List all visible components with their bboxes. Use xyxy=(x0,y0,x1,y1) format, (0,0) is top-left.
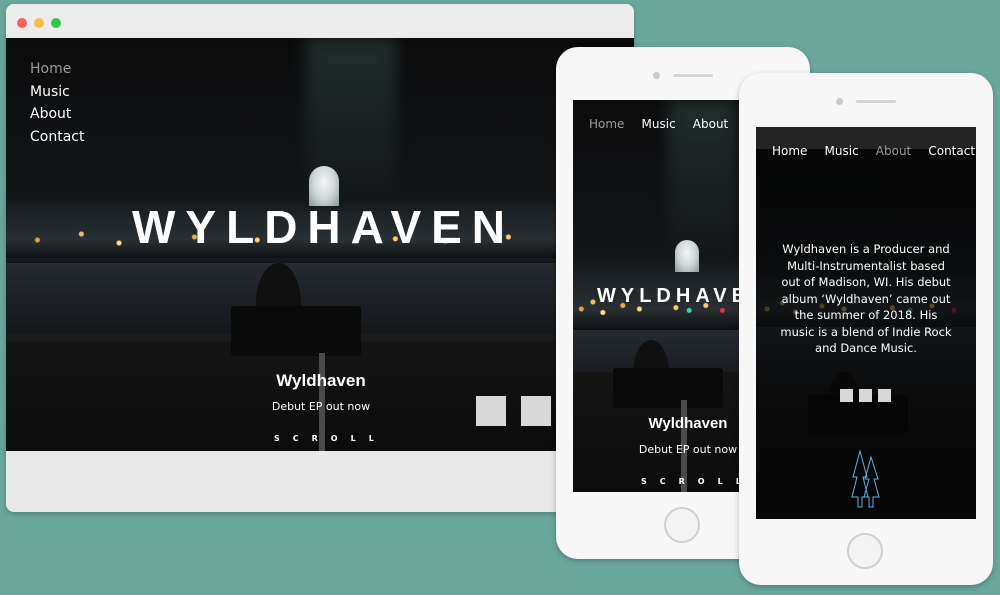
camera-icon xyxy=(836,98,843,105)
phone-about-section: Home Music About Contact Wyldhaven is a … xyxy=(756,127,976,519)
nav-link-contact[interactable]: Contact xyxy=(928,144,975,158)
nav-link-music[interactable]: Music xyxy=(30,81,84,104)
slider-dot-2[interactable] xyxy=(859,389,872,402)
nav-link-home[interactable]: Home xyxy=(772,144,807,158)
bench-silhouette xyxy=(231,306,361,356)
nav-link-home[interactable]: Home xyxy=(30,58,84,81)
phone-home-button xyxy=(847,533,883,569)
about-bio-text: Wyldhaven is a Producer and Multi-Instru… xyxy=(780,242,952,355)
phone-home-button xyxy=(664,507,700,543)
close-window-icon[interactable] xyxy=(17,18,27,28)
nav-link-about[interactable]: About xyxy=(30,103,84,126)
hero-subheading: Wyldhaven xyxy=(648,415,728,432)
maximize-window-icon[interactable] xyxy=(51,18,61,28)
camera-icon xyxy=(653,72,660,79)
nav-link-contact[interactable]: Contact xyxy=(30,126,84,149)
phone-nav: Home Music About Contact xyxy=(589,113,739,132)
phone-nav: Home Music About Contact xyxy=(772,140,975,159)
main-nav: Home Music About Contact xyxy=(30,58,84,148)
desktop-browser-mockup: Home Music About Contact WYLDHAVEN Wyldh… xyxy=(6,4,634,512)
scroll-indicator[interactable]: SCROLL xyxy=(641,477,739,486)
phone-mockup-about: Home Music About Contact Wyldhaven is a … xyxy=(739,73,993,585)
hero-subheading: Wyldhaven xyxy=(276,371,366,390)
capitol-dome-image xyxy=(675,240,699,272)
speaker-grille xyxy=(856,100,896,103)
hero-title: WYLDHAVEN xyxy=(597,285,739,307)
hero-title: WYLDHAVEN xyxy=(132,201,516,253)
minimize-window-icon[interactable] xyxy=(34,18,44,28)
phone-hero-section: Home Music About Contact WYLDHAVEN Wyldh… xyxy=(573,100,739,492)
hero-section: Home Music About Contact WYLDHAVEN Wyldh… xyxy=(6,38,634,451)
pine-tree-logo-icon xyxy=(851,449,880,508)
nav-link-home[interactable]: Home xyxy=(589,117,624,131)
slider-dot-1[interactable] xyxy=(840,389,853,402)
slider-dot-1[interactable] xyxy=(476,396,506,426)
hero-tagline: Debut EP out now xyxy=(271,400,371,413)
scroll-indicator[interactable]: SCROLL xyxy=(274,434,387,443)
nav-link-music[interactable]: Music xyxy=(825,144,859,158)
nav-link-music[interactable]: Music xyxy=(642,117,676,131)
slider-dot-2[interactable] xyxy=(521,396,551,426)
slider-dot-3[interactable] xyxy=(878,389,891,402)
speaker-grille xyxy=(673,74,713,77)
hero-tagline: Debut EP out now xyxy=(638,443,738,456)
browser-title-bar xyxy=(6,4,634,38)
bench-silhouette xyxy=(613,368,723,408)
nav-link-about[interactable]: About xyxy=(693,117,728,131)
nav-link-about[interactable]: About xyxy=(876,144,911,158)
